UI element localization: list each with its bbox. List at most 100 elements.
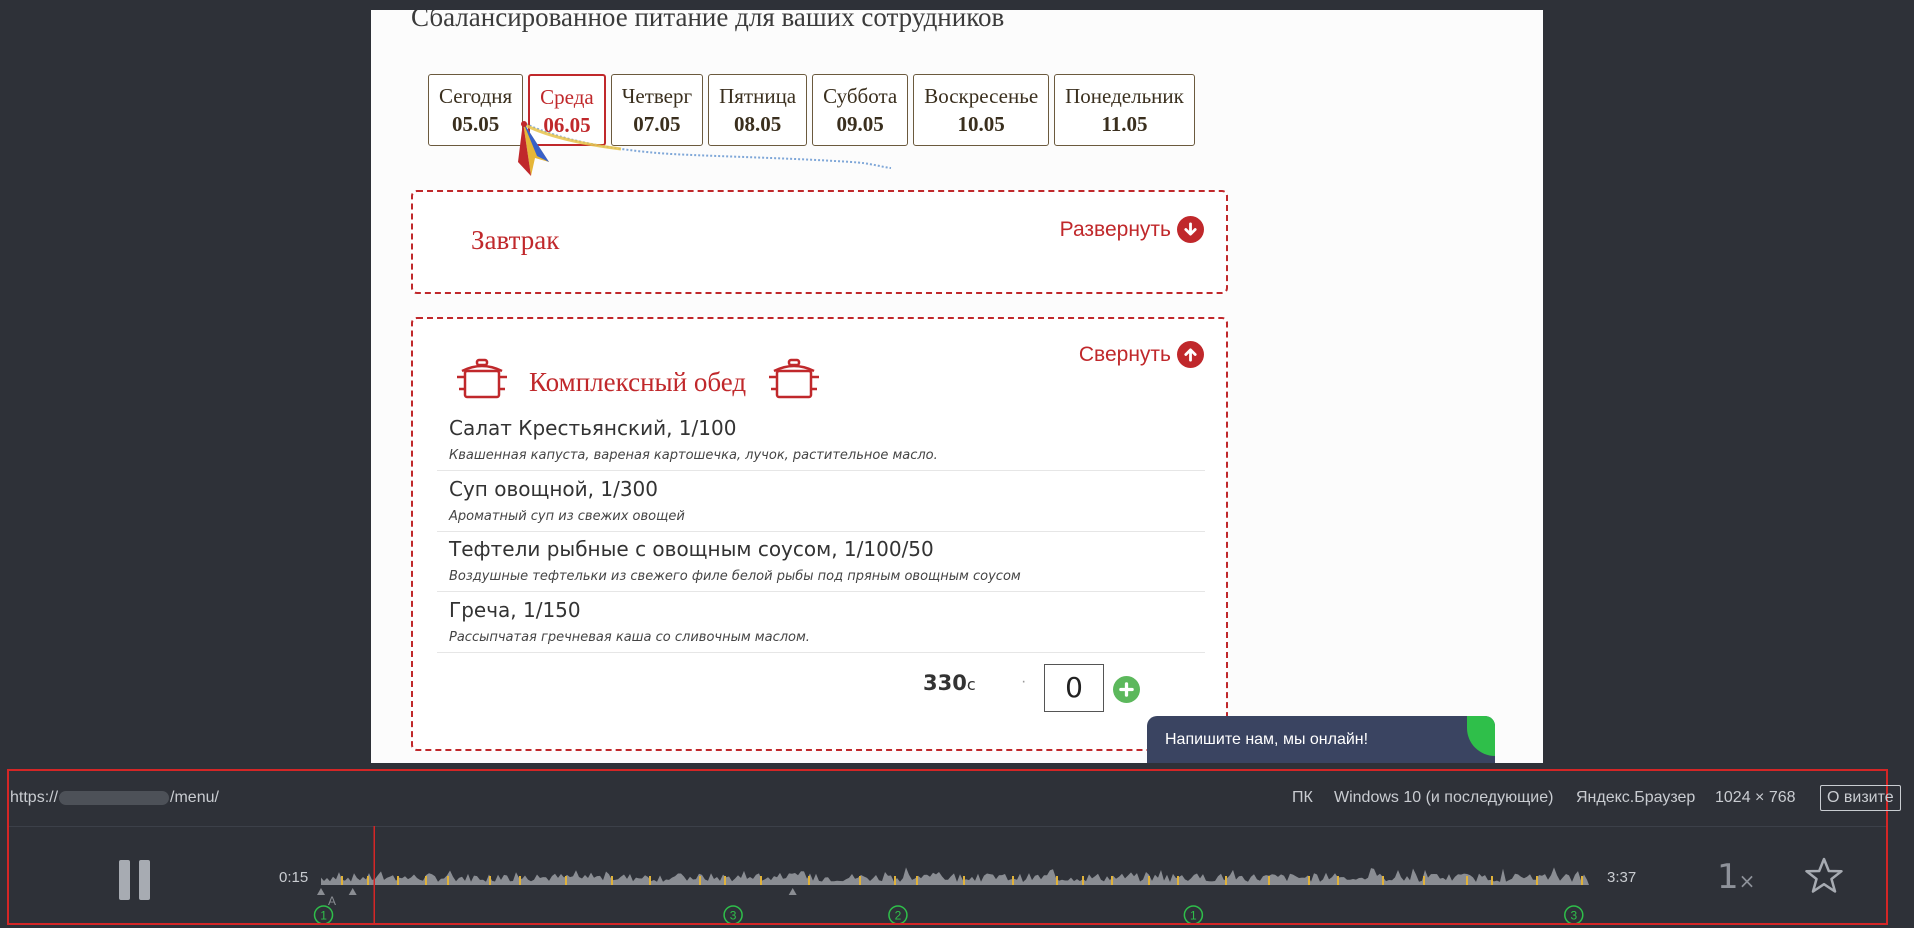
breakfast-title: Завтрак: [471, 225, 560, 255]
collapse-button[interactable]: Свернуть: [1079, 341, 1204, 368]
speed-value: 1: [1717, 857, 1739, 897]
activity-highlight: [489, 876, 491, 885]
day-date: 07.05: [633, 112, 681, 136]
activity-highlight: [1337, 876, 1339, 885]
activity-highlight: [649, 876, 651, 885]
activity-highlight: [1012, 876, 1014, 885]
day-tab[interactable]: Среда 06.05: [528, 74, 606, 146]
lunch-title: Комплексный обед: [529, 367, 747, 397]
day-tab[interactable]: Суббота 09.05: [812, 74, 909, 146]
day-date: 10.05: [957, 112, 1005, 136]
activity-highlight: [447, 876, 449, 885]
menu-item: Салат Крестьянский, 1/100 Квашенная капус…: [437, 412, 1205, 471]
day-date: 08.05: [733, 112, 782, 136]
recorded-page: Сбалансированное питание для ваших сотру…: [371, 10, 1543, 763]
activity-highlight: [1308, 876, 1310, 885]
day-date: 05.05: [451, 112, 500, 136]
step-marker-label: 1: [320, 909, 327, 923]
activity-highlight: [1382, 876, 1384, 885]
activity-highlight: [1423, 876, 1425, 885]
activity-highlight: [1082, 876, 1084, 885]
day-tab[interactable]: Сегодня 05.05: [428, 74, 524, 146]
playback-speed-button[interactable]: 1×: [1717, 857, 1755, 897]
day-date: 06.05: [543, 113, 591, 137]
activity-highlight: [367, 876, 369, 885]
day-date: 09.05: [836, 112, 884, 136]
activity-highlight: [519, 876, 521, 885]
arrow-down-circle-icon: [1177, 216, 1204, 243]
day-tab[interactable]: Четверг 07.05: [610, 74, 704, 146]
day-tabs: Сегодня 05.05 Среда 06.05 Четверг 07.05 Пятниц…: [428, 74, 1195, 146]
activity-highlight: [565, 876, 567, 885]
activity-highlight: [611, 876, 613, 885]
star-icon[interactable]: [1804, 856, 1844, 896]
activity-timeline[interactable]: A1 3 2 1 3: [9, 771, 1886, 923]
day-name: Суббота: [823, 84, 898, 108]
speed-unit: ×: [1738, 869, 1756, 893]
quantity-input[interactable]: 0: [1044, 664, 1104, 712]
plus-icon: [1119, 682, 1134, 697]
activity-highlight: [1536, 876, 1538, 885]
price-value: 330: [923, 671, 967, 695]
menu-item-description: Ароматный суп из свежих овощей: [449, 508, 685, 524]
chat-leaf-icon: [1467, 716, 1495, 756]
event-mark: [788, 888, 797, 895]
activity-waveform: [321, 867, 1589, 885]
activity-highlight: [1491, 876, 1493, 885]
activity-highlight: [699, 876, 701, 885]
step-marker-label: 3: [730, 909, 737, 923]
expand-label: Развернуть: [1059, 217, 1171, 241]
activity-highlight: [916, 876, 918, 885]
menu-item: Тефтели рыбные с овощным соусом, 1/100/5…: [437, 533, 1205, 592]
collapse-label: Свернуть: [1078, 342, 1171, 366]
day-tab[interactable]: Понедельник 11.05: [1054, 74, 1195, 146]
step-marker-label: 2: [895, 909, 902, 923]
activity-highlight: [894, 876, 896, 885]
activity-highlight: [760, 876, 762, 885]
day-name: Сегодня: [439, 84, 513, 108]
activity-highlight: [1148, 876, 1150, 885]
separator: ·: [1021, 673, 1027, 690]
chat-widget[interactable]: Напишите нам, мы онлайн!: [1147, 716, 1495, 763]
chat-label: Напишите нам, мы онлайн!: [1165, 731, 1369, 748]
cooking-pot-icon: [769, 358, 819, 399]
day-tab[interactable]: Пятница 08.05: [708, 74, 808, 146]
activity-highlight: [1581, 876, 1583, 885]
menu-item-name: Суп овощной, 1/300: [449, 476, 658, 501]
activity-highlight: [425, 876, 427, 885]
price-currency: c: [966, 675, 976, 694]
menu-item-name: Тефтели рыбные с овощным соусом, 1/100/5…: [449, 537, 934, 561]
activity-highlight: [1466, 876, 1468, 885]
event-mark: [348, 888, 357, 895]
step-marker-label: 1: [1190, 909, 1197, 923]
day-tab[interactable]: Воскресенье 10.05: [913, 74, 1050, 146]
activity-highlight: [397, 876, 399, 885]
day-name: Воскресенье: [924, 84, 1039, 108]
expand-button[interactable]: Развернуть: [1060, 216, 1204, 243]
activity-highlight: [859, 876, 861, 885]
arrow-up-circle-icon: [1177, 341, 1204, 368]
breakfast-section: Завтрак Развернуть: [411, 190, 1228, 294]
day-date: 11.05: [1101, 112, 1148, 136]
step-marker-label: 3: [1570, 909, 1577, 923]
event-mark: [317, 888, 325, 895]
menu-item-description: Рассыпчатая гречневая каша со сливочным …: [449, 629, 810, 645]
activity-highlight: [963, 876, 965, 885]
lunch-price: 330c: [923, 671, 976, 695]
menu-item: Греча, 1/150 Рассыпчатая гречневая каша с…: [437, 594, 1205, 653]
add-button[interactable]: [1113, 676, 1140, 703]
activity-highlight: [808, 876, 810, 885]
lunch-section: Свернуть Комплексный обед Салат Крестьян…: [411, 317, 1228, 751]
menu-item-description: Квашенная капуста, вареная картошечка, л…: [449, 448, 938, 463]
menu-item-description: Воздушные тефтельки из свежего филе бело…: [449, 569, 1021, 584]
menu-item-name: Салат Крестьянский, 1/100: [449, 416, 737, 440]
activity-highlight: [1225, 876, 1227, 885]
menu-item-name: Греча, 1/150: [449, 597, 581, 622]
activity-highlight: [341, 876, 343, 885]
session-player: https:///menu/ ПК Windows 10 (и последую…: [7, 769, 1901, 925]
page-title: Сбалансированное питание для ваших сотру…: [411, 10, 1005, 32]
activity-highlight: [1056, 876, 1058, 885]
day-name: Понедельник: [1065, 84, 1184, 108]
menu-item: Суп овощной, 1/300 Ароматный суп из свежи…: [437, 473, 1205, 532]
activity-highlight: [1177, 876, 1179, 885]
